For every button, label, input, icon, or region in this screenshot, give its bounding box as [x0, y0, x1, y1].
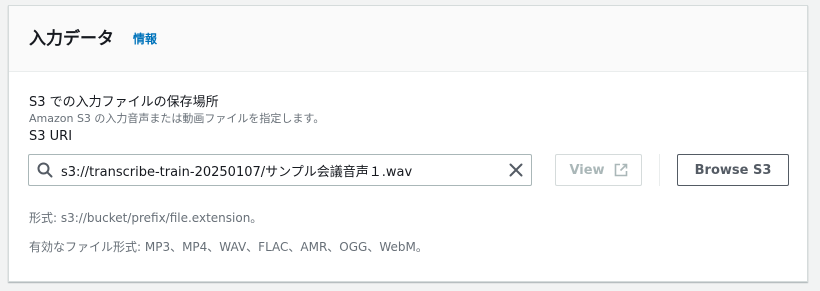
- s3-location-label: S3 での入力ファイルの保存場所: [29, 95, 219, 110]
- s3-location-description: Amazon S3 の入力音声または動画ファイルを指定します。: [29, 112, 325, 125]
- s3-uri-field[interactable]: [28, 154, 532, 186]
- panel-header: 入力データ 情報: [9, 6, 807, 72]
- s3-uri-input[interactable]: [61, 162, 504, 178]
- format-constraint: 形式: s3://bucket/prefix/file.extension。: [29, 211, 263, 225]
- button-divider: [659, 154, 660, 186]
- view-button[interactable]: View: [555, 154, 642, 186]
- info-link[interactable]: 情報: [133, 30, 157, 47]
- external-link-icon: [614, 163, 628, 177]
- browse-s3-button[interactable]: Browse S3: [677, 154, 789, 186]
- search-icon: [37, 162, 53, 178]
- close-icon[interactable]: [508, 162, 524, 178]
- s3-uri-label: S3 URI: [29, 129, 73, 144]
- view-button-label: View: [569, 162, 605, 178]
- input-data-panel: 入力データ 情報 S3 での入力ファイルの保存場所 Amazon S3 の入力音…: [8, 5, 808, 282]
- panel-title: 入力データ: [29, 29, 114, 49]
- valid-formats-constraint: 有効なファイル形式: MP3、MP4、WAV、FLAC、AMR、OGG、WebM…: [29, 240, 428, 254]
